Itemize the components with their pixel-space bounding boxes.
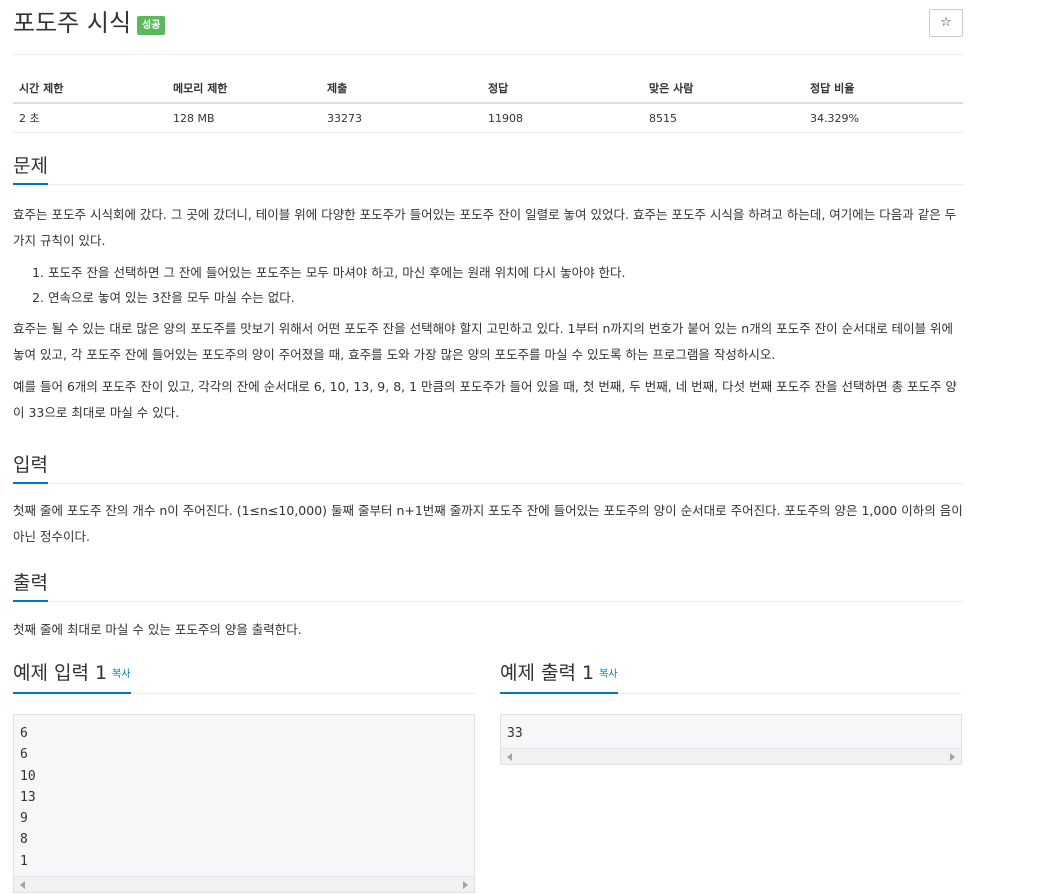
sample-output-block: 예제 출력 1 복사 33 — [500, 656, 962, 766]
rule-item: 포도주 잔을 선택하면 그 잔에 들어있는 포도주는 모두 마셔야 하고, 마신… — [48, 260, 963, 285]
problem-title: 포도주 시식 — [13, 9, 132, 37]
header-accept-ratio: 정답 비율 — [804, 72, 963, 104]
problem-body: 효주는 포도주 시식회에 갔다. 그 곳에 갔더니, 테이블 위에 다양한 포도… — [13, 202, 963, 426]
sample-output-heading: 예제 출력 1 복사 — [500, 661, 618, 694]
value-time-limit: 2 초 — [13, 103, 167, 133]
sample-input-heading: 예제 입력 1 복사 — [13, 661, 131, 694]
info-value-row: 2 초 128 MB 33273 11908 8515 34.329% — [13, 103, 963, 133]
sample-input-head: 예제 입력 1 복사 — [13, 656, 475, 694]
output-heading: 출력 — [13, 571, 48, 602]
value-accepted: 11908 — [482, 103, 643, 133]
value-accept-ratio: 34.329% — [804, 103, 963, 133]
problem-heading: 문제 — [13, 154, 48, 185]
page-title: 포도주 시식 성공 — [13, 6, 166, 40]
sample-input-scrollbar[interactable] — [13, 877, 475, 894]
output-section-head: 출력 — [13, 564, 963, 602]
sample-input-code: 6 6 10 13 9 8 1 — [13, 714, 475, 878]
problem-paragraph-1: 효주는 포도주 시식회에 갔다. 그 곳에 갔더니, 테이블 위에 다양한 포도… — [13, 207, 957, 248]
copy-output-link[interactable]: 복사 — [599, 669, 617, 680]
value-submissions: 33273 — [321, 103, 482, 133]
sample-input-title: 예제 입력 1 — [13, 662, 108, 684]
problem-paragraph-3: 예를 들어 6개의 포도주 잔이 있고, 각각의 잔에 순서대로 6, 10, … — [13, 379, 957, 420]
problem-page: 포도주 시식 성공 ☆ 시간 제한 메모리 제한 제출 정답 맞은 사람 정답 비… — [13, 0, 963, 894]
sample-output-code: 33 — [500, 714, 962, 750]
input-heading: 입력 — [13, 453, 48, 484]
star-icon: ☆ — [940, 15, 952, 30]
sample-output-title: 예제 출력 1 — [500, 662, 595, 684]
info-header-row: 시간 제한 메모리 제한 제출 정답 맞은 사람 정답 비율 — [13, 72, 963, 104]
favorite-button[interactable]: ☆ — [929, 9, 963, 37]
header-solved-users: 맞은 사람 — [643, 72, 804, 104]
value-solved-users: 8515 — [643, 103, 804, 133]
sample-output-scrollbar[interactable] — [500, 749, 962, 766]
header-time-limit: 시간 제한 — [13, 72, 167, 104]
problem-section-head: 문제 — [13, 147, 963, 185]
value-memory-limit: 128 MB — [167, 103, 321, 133]
output-description: 첫째 줄에 최대로 마실 수 있는 포도주의 양을 출력한다. — [13, 622, 302, 637]
scroll-right-arrow-icon[interactable] — [950, 753, 955, 762]
scroll-left-arrow-icon[interactable] — [20, 881, 25, 890]
rule-item: 연속으로 놓여 있는 3잔을 모두 마실 수는 없다. — [48, 285, 963, 310]
header-accepted: 정답 — [482, 72, 643, 104]
sample-output-head: 예제 출력 1 복사 — [500, 656, 962, 694]
rules-list: 포도주 잔을 선택하면 그 잔에 들어있는 포도주는 모두 마셔야 하고, 마신… — [13, 260, 963, 310]
problem-paragraph-2: 효주는 될 수 있는 대로 많은 양의 포도주를 맛보기 위해서 어떤 포도주 … — [13, 321, 954, 362]
input-section-head: 입력 — [13, 446, 963, 484]
header-memory-limit: 메모리 제한 — [167, 72, 321, 104]
sample-input-block: 예제 입력 1 복사 6 6 10 13 9 8 1 — [13, 656, 475, 894]
header-submissions: 제출 — [321, 72, 482, 104]
copy-input-link[interactable]: 복사 — [112, 669, 130, 680]
input-description: 첫째 줄에 포도주 잔의 개수 n이 주어진다. (1≤n≤10,000) 둘째… — [13, 503, 963, 544]
scroll-right-arrow-icon[interactable] — [463, 881, 468, 890]
info-table: 시간 제한 메모리 제한 제출 정답 맞은 사람 정답 비율 2 초 128 M… — [13, 72, 963, 133]
scroll-left-arrow-icon[interactable] — [507, 753, 512, 762]
status-badge: 성공 — [137, 16, 166, 35]
title-row: 포도주 시식 성공 ☆ — [13, 0, 963, 55]
